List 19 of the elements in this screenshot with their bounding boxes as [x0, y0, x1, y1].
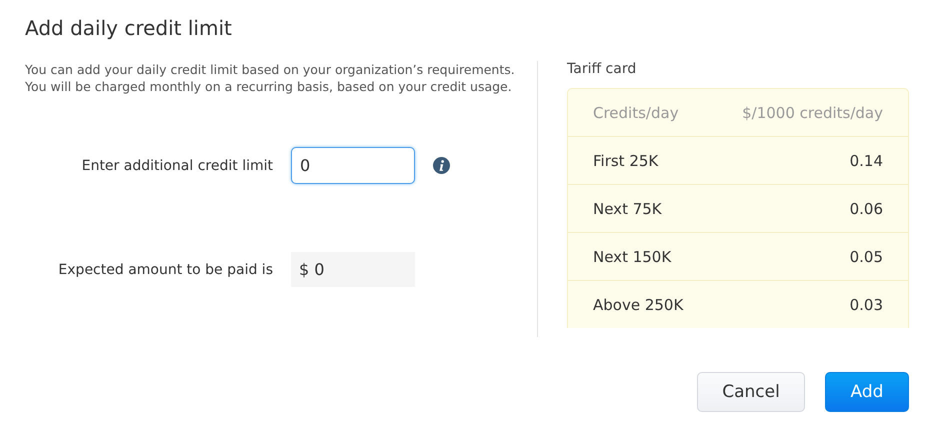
- dialog-title: Add daily credit limit: [25, 16, 233, 40]
- table-cell: 0.14: [850, 152, 883, 170]
- table-cell: 0.03: [850, 296, 883, 314]
- column-header: Credits/day: [593, 104, 679, 122]
- field-label: Enter additional credit limit: [80, 158, 273, 174]
- table-cell: Next 75K: [593, 200, 662, 218]
- table-cell: 0.05: [850, 248, 883, 266]
- tariff-title: Tariff card: [567, 61, 638, 77]
- info-icon[interactable]: [433, 157, 450, 174]
- cancel-button[interactable]: Cancel: [697, 372, 805, 412]
- table-cell: Next 150K: [593, 248, 672, 266]
- description: You can add your daily credit limit based on your organization’s requirements. You will be charged monthly on a recurring basis, based on your credit usage.: [25, 61, 515, 95]
- credit-limit-field[interactable]: 0: [291, 147, 415, 184]
- amount-field: $ 0: [291, 252, 415, 287]
- column-header: $/1000 credits/day: [742, 104, 883, 122]
- table-cell: First 25K: [593, 152, 658, 170]
- field-label: Expected amount to be paid is: [57, 262, 273, 278]
- table-cell: 0.06: [850, 200, 883, 218]
- table-cell: Above 250K: [593, 296, 684, 314]
